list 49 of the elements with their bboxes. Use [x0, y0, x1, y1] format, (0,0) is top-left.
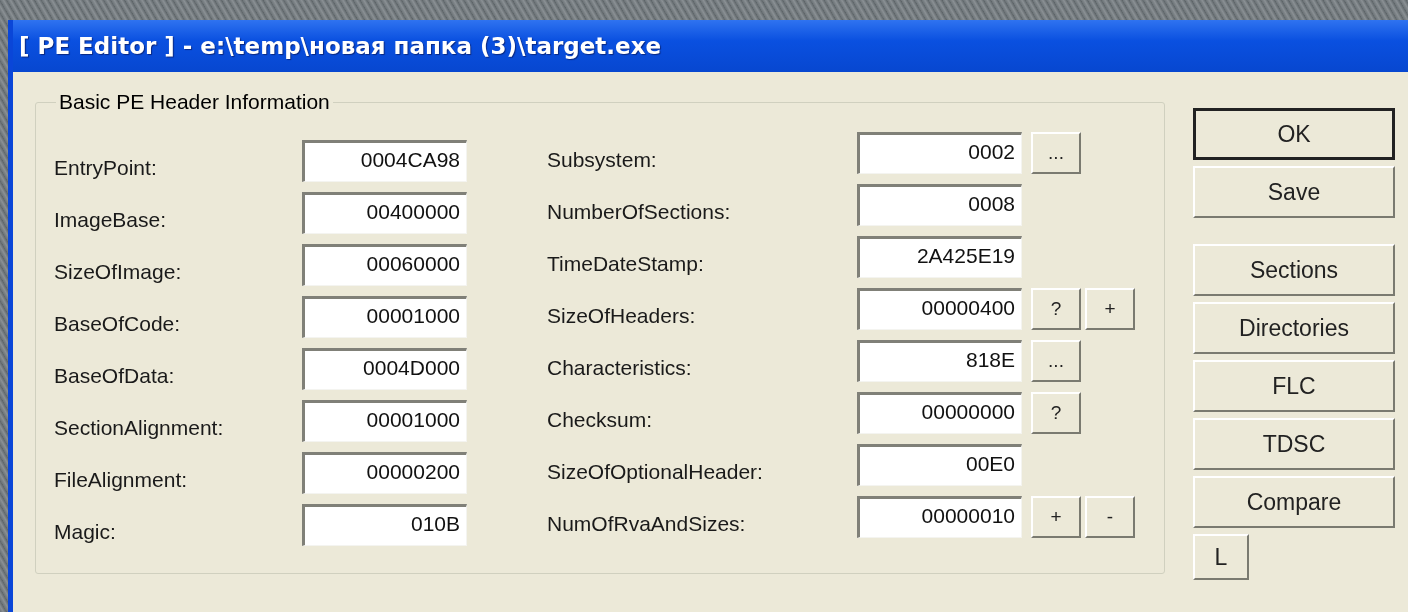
field-button[interactable]: ?: [1031, 392, 1081, 434]
input-field[interactable]: 00001000: [302, 400, 467, 442]
field-label: Subsystem:: [547, 148, 658, 173]
input-field[interactable]: 00060000: [302, 244, 467, 286]
field-label: BaseOfData:: [54, 364, 176, 389]
dialog-button[interactable]: Sections: [1193, 244, 1395, 296]
field-label: NumOfRvaAndSizes:: [547, 512, 747, 537]
dialog-button[interactable]: FLC: [1193, 360, 1395, 412]
input-field[interactable]: 00001000: [302, 296, 467, 338]
field-label: NumberOfSections:: [547, 200, 732, 225]
small-button[interactable]: L: [1193, 534, 1249, 580]
field-label: FileAlignment:: [54, 468, 189, 493]
input-field[interactable]: 00400000: [302, 192, 467, 234]
field-button[interactable]: ?: [1031, 288, 1081, 330]
input-field[interactable]: 00E0: [857, 444, 1022, 486]
input-field[interactable]: 0008: [857, 184, 1022, 226]
group-title: Basic PE Header Information: [58, 90, 331, 114]
dialog-button[interactable]: TDSC: [1193, 418, 1395, 470]
dialog-button[interactable]: Save: [1193, 166, 1395, 218]
window-title: [ PE Editor ] - e:\temp\новая папка (3)\target.exe: [19, 33, 662, 59]
input-field[interactable]: 0004CA98: [302, 140, 467, 182]
input-field[interactable]: 0004D000: [302, 348, 467, 390]
input-field[interactable]: 00000010: [857, 496, 1022, 538]
field-button[interactable]: +: [1085, 288, 1135, 330]
dialog-button[interactable]: Compare: [1193, 476, 1395, 528]
input-field[interactable]: 00000400: [857, 288, 1022, 330]
dialog-button[interactable]: Directories: [1193, 302, 1395, 354]
input-field[interactable]: 818E: [857, 340, 1022, 382]
field-button[interactable]: +: [1031, 496, 1081, 538]
field-button[interactable]: ...: [1031, 132, 1081, 174]
field-label: SizeOfOptionalHeader:: [547, 460, 764, 485]
input-field[interactable]: 010B: [302, 504, 467, 546]
dialog-button[interactable]: OK: [1193, 108, 1395, 160]
input-field[interactable]: 2A425E19: [857, 236, 1022, 278]
input-field[interactable]: 0002: [857, 132, 1022, 174]
field-label: Checksum:: [547, 408, 654, 433]
input-field[interactable]: 00000200: [302, 452, 467, 494]
field-label: SectionAlignment:: [54, 416, 225, 441]
field-label: ImageBase:: [54, 208, 168, 233]
field-label: TimeDateStamp:: [547, 252, 705, 277]
input-field[interactable]: 00000000: [857, 392, 1022, 434]
field-label: Characteristics:: [547, 356, 693, 381]
field-label: EntryPoint:: [54, 156, 158, 181]
field-label: Magic:: [54, 520, 117, 545]
field-label: BaseOfCode:: [54, 312, 182, 337]
field-label: SizeOfHeaders:: [547, 304, 697, 329]
field-button[interactable]: -: [1085, 496, 1135, 538]
field-button[interactable]: ...: [1031, 340, 1081, 382]
field-label: SizeOfImage:: [54, 260, 183, 285]
